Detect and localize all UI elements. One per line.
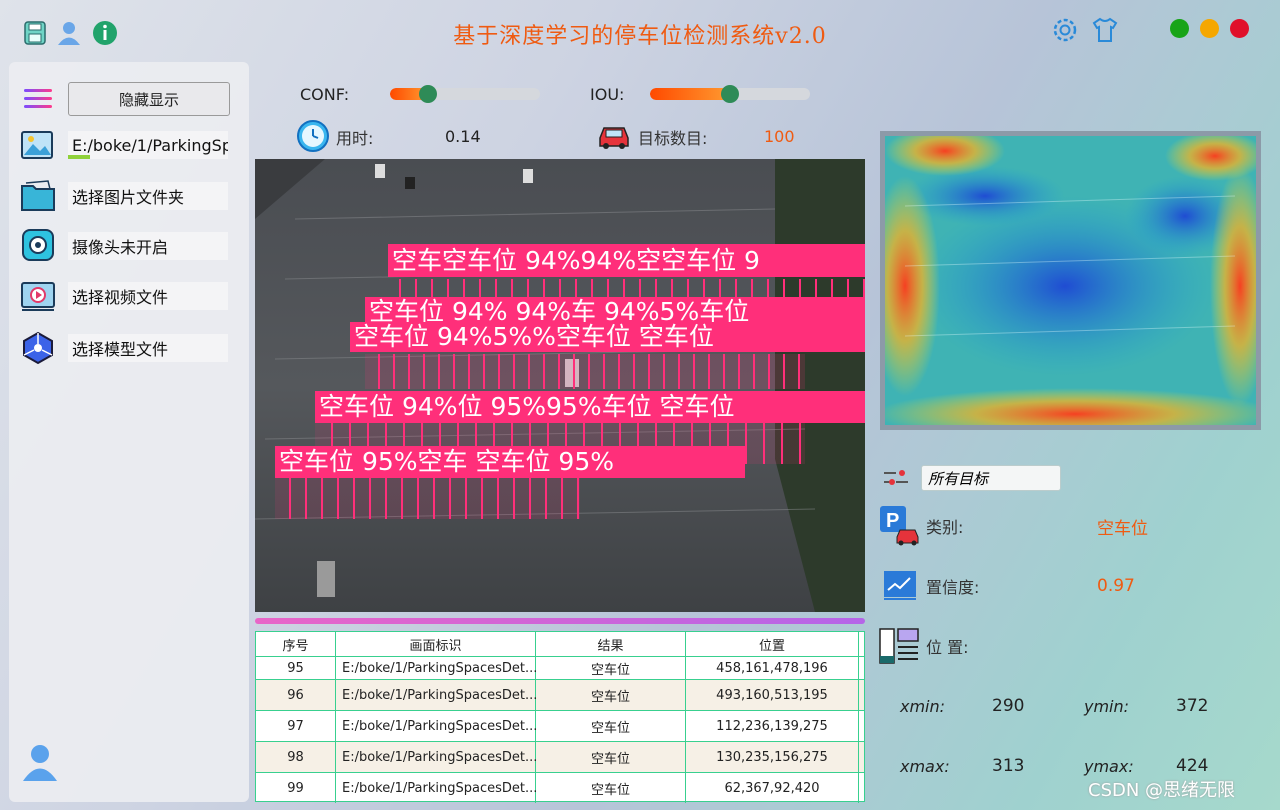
xmin-label: xmin: (900, 697, 946, 716)
cell-position: 493,160,513,195 (686, 680, 859, 710)
detection-label: 空车空车位 94%94%空空车位 9 (388, 244, 865, 277)
camera-toggle-button[interactable]: 摄像头未开启 (68, 232, 228, 260)
table-row[interactable]: 97 E:/boke/1/ParkingSpacesDet... 空车位 112… (256, 711, 864, 742)
xmax-label: xmax: (900, 757, 950, 776)
header-source[interactable]: 画面标识 (336, 632, 536, 656)
select-image-folder-button[interactable]: 选择图片文件夹 (68, 182, 228, 210)
detection-label: 空车位 94%5%%空车位 空车位 (350, 322, 865, 352)
count-value: 100 (764, 127, 795, 146)
table-row[interactable]: 98 E:/boke/1/ParkingSpacesDet... 空车位 130… (256, 742, 864, 773)
xmin-value: 290 (992, 696, 1025, 716)
table-row[interactable]: 99 E:/boke/1/ParkingSpacesDet... 空车位 62,… (256, 773, 864, 803)
detection-label: 空车位 94%位 95%95%车位 空车位 (315, 391, 865, 423)
header-position[interactable]: 位置 (686, 632, 859, 656)
heatmap-preview (880, 131, 1261, 430)
clock-icon (297, 120, 329, 152)
filter-icon (884, 470, 908, 485)
target-filter-select[interactable]: 所有目标 (921, 465, 1061, 491)
detection-box-row (365, 354, 805, 389)
user-icon[interactable] (56, 20, 82, 46)
position-label: 位 置: (926, 638, 969, 657)
image-file-icon[interactable] (20, 128, 56, 164)
close-button[interactable] (1230, 19, 1249, 38)
cell-result: 空车位 (536, 773, 686, 803)
model-icon[interactable] (20, 330, 56, 366)
parking-icon: P (880, 506, 919, 546)
cell-source: E:/boke/1/ParkingSpacesDet... (336, 680, 537, 710)
cell-source: E:/boke/1/ParkingSpacesDet... (336, 742, 537, 772)
cell-position: 62,367,92,420 (686, 773, 859, 803)
cell-source: E:/boke/1/ParkingSpacesDet... (336, 657, 537, 679)
account-avatar-icon[interactable] (20, 742, 60, 782)
cell-index: 98 (256, 742, 336, 772)
camera-icon[interactable] (20, 227, 56, 263)
ymin-value: 372 (1176, 696, 1209, 716)
select-video-button[interactable]: 选择视频文件 (68, 282, 228, 310)
watermark: CSDN @思绪无限 (1088, 780, 1236, 801)
time-value: 0.14 (445, 127, 481, 146)
iou-label: IOU: (590, 85, 625, 104)
conf-label: CONF: (300, 85, 350, 104)
settings-gear-icon[interactable] (1050, 15, 1080, 45)
table-header: 序号 画面标识 结果 位置 (256, 632, 864, 657)
image-path-input[interactable]: E:/boke/1/ParkingSpa (68, 131, 228, 159)
select-model-button[interactable]: 选择模型文件 (68, 334, 228, 362)
cell-index: 99 (256, 773, 336, 803)
confidence-value: 0.97 (1097, 576, 1135, 596)
cell-source: E:/boke/1/ParkingSpacesDet... (336, 711, 537, 741)
conf-slider-handle[interactable] (418, 85, 437, 103)
iou-slider-fill (650, 88, 730, 100)
minimize-button[interactable] (1200, 19, 1219, 38)
cell-index: 97 (256, 711, 336, 741)
results-table[interactable]: 序号 画面标识 结果 位置 95 E:/boke/1/ParkingSpaces… (255, 631, 865, 803)
cell-position: 112,236,139,275 (686, 711, 859, 741)
info-icon[interactable] (92, 20, 118, 46)
detection-box-row (385, 279, 865, 299)
header-result[interactable]: 结果 (536, 632, 686, 656)
conf-slider-track[interactable] (390, 88, 540, 100)
detection-image: 空车空车位 94%94%空空车位 9 空车位 94% 94%车 94%5%车位 … (255, 159, 865, 612)
confidence-icon (884, 571, 916, 600)
cell-source: E:/boke/1/ParkingSpacesDet... (336, 773, 537, 803)
xmax-value: 313 (992, 756, 1025, 776)
svg-text:P: P (886, 510, 899, 532)
theme-shirt-icon[interactable] (1090, 15, 1120, 45)
video-icon[interactable] (20, 278, 56, 314)
table-row[interactable]: 96 E:/boke/1/ParkingSpacesDet... 空车位 493… (256, 680, 864, 711)
folder-icon[interactable] (20, 178, 56, 214)
cell-position: 130,235,156,275 (686, 742, 859, 772)
car-icon (599, 127, 629, 149)
table-row[interactable]: 95 E:/boke/1/ParkingSpacesDet... 空车位 458… (256, 657, 864, 680)
ymin-label: ymin: (1084, 697, 1130, 716)
path-progress-bar (68, 155, 90, 159)
left-sidebar (9, 62, 249, 802)
progress-bar (255, 618, 865, 624)
cell-position: 458,161,478,196 (686, 657, 859, 679)
count-label: 目标数目: (638, 129, 708, 148)
cell-result: 空车位 (536, 711, 686, 741)
ymax-value: 424 (1176, 756, 1209, 776)
app-title: 基于深度学习的停车位检测系统v2.0 (453, 24, 827, 49)
detection-box-row (275, 477, 580, 519)
position-layout-icon (879, 628, 919, 664)
save-icon[interactable] (22, 20, 48, 46)
cell-result: 空车位 (536, 742, 686, 772)
menu-icon[interactable] (22, 86, 54, 112)
toggle-display-button[interactable]: 隐藏显示 (68, 82, 230, 116)
ymax-label: ymax: (1084, 757, 1134, 776)
cell-result: 空车位 (536, 680, 686, 710)
confidence-label: 置信度: (926, 578, 980, 597)
cell-index: 96 (256, 680, 336, 710)
iou-slider-handle[interactable] (721, 85, 739, 103)
cell-result: 空车位 (536, 657, 686, 679)
time-label: 用时: (336, 129, 374, 148)
class-value: 空车位 (1097, 519, 1148, 539)
detection-label: 空车位 95%空车 空车位 95% (275, 446, 745, 478)
class-label: 类别: (926, 518, 964, 537)
header-index[interactable]: 序号 (256, 632, 336, 656)
maximize-button[interactable] (1170, 19, 1189, 38)
cell-index: 95 (256, 657, 336, 679)
